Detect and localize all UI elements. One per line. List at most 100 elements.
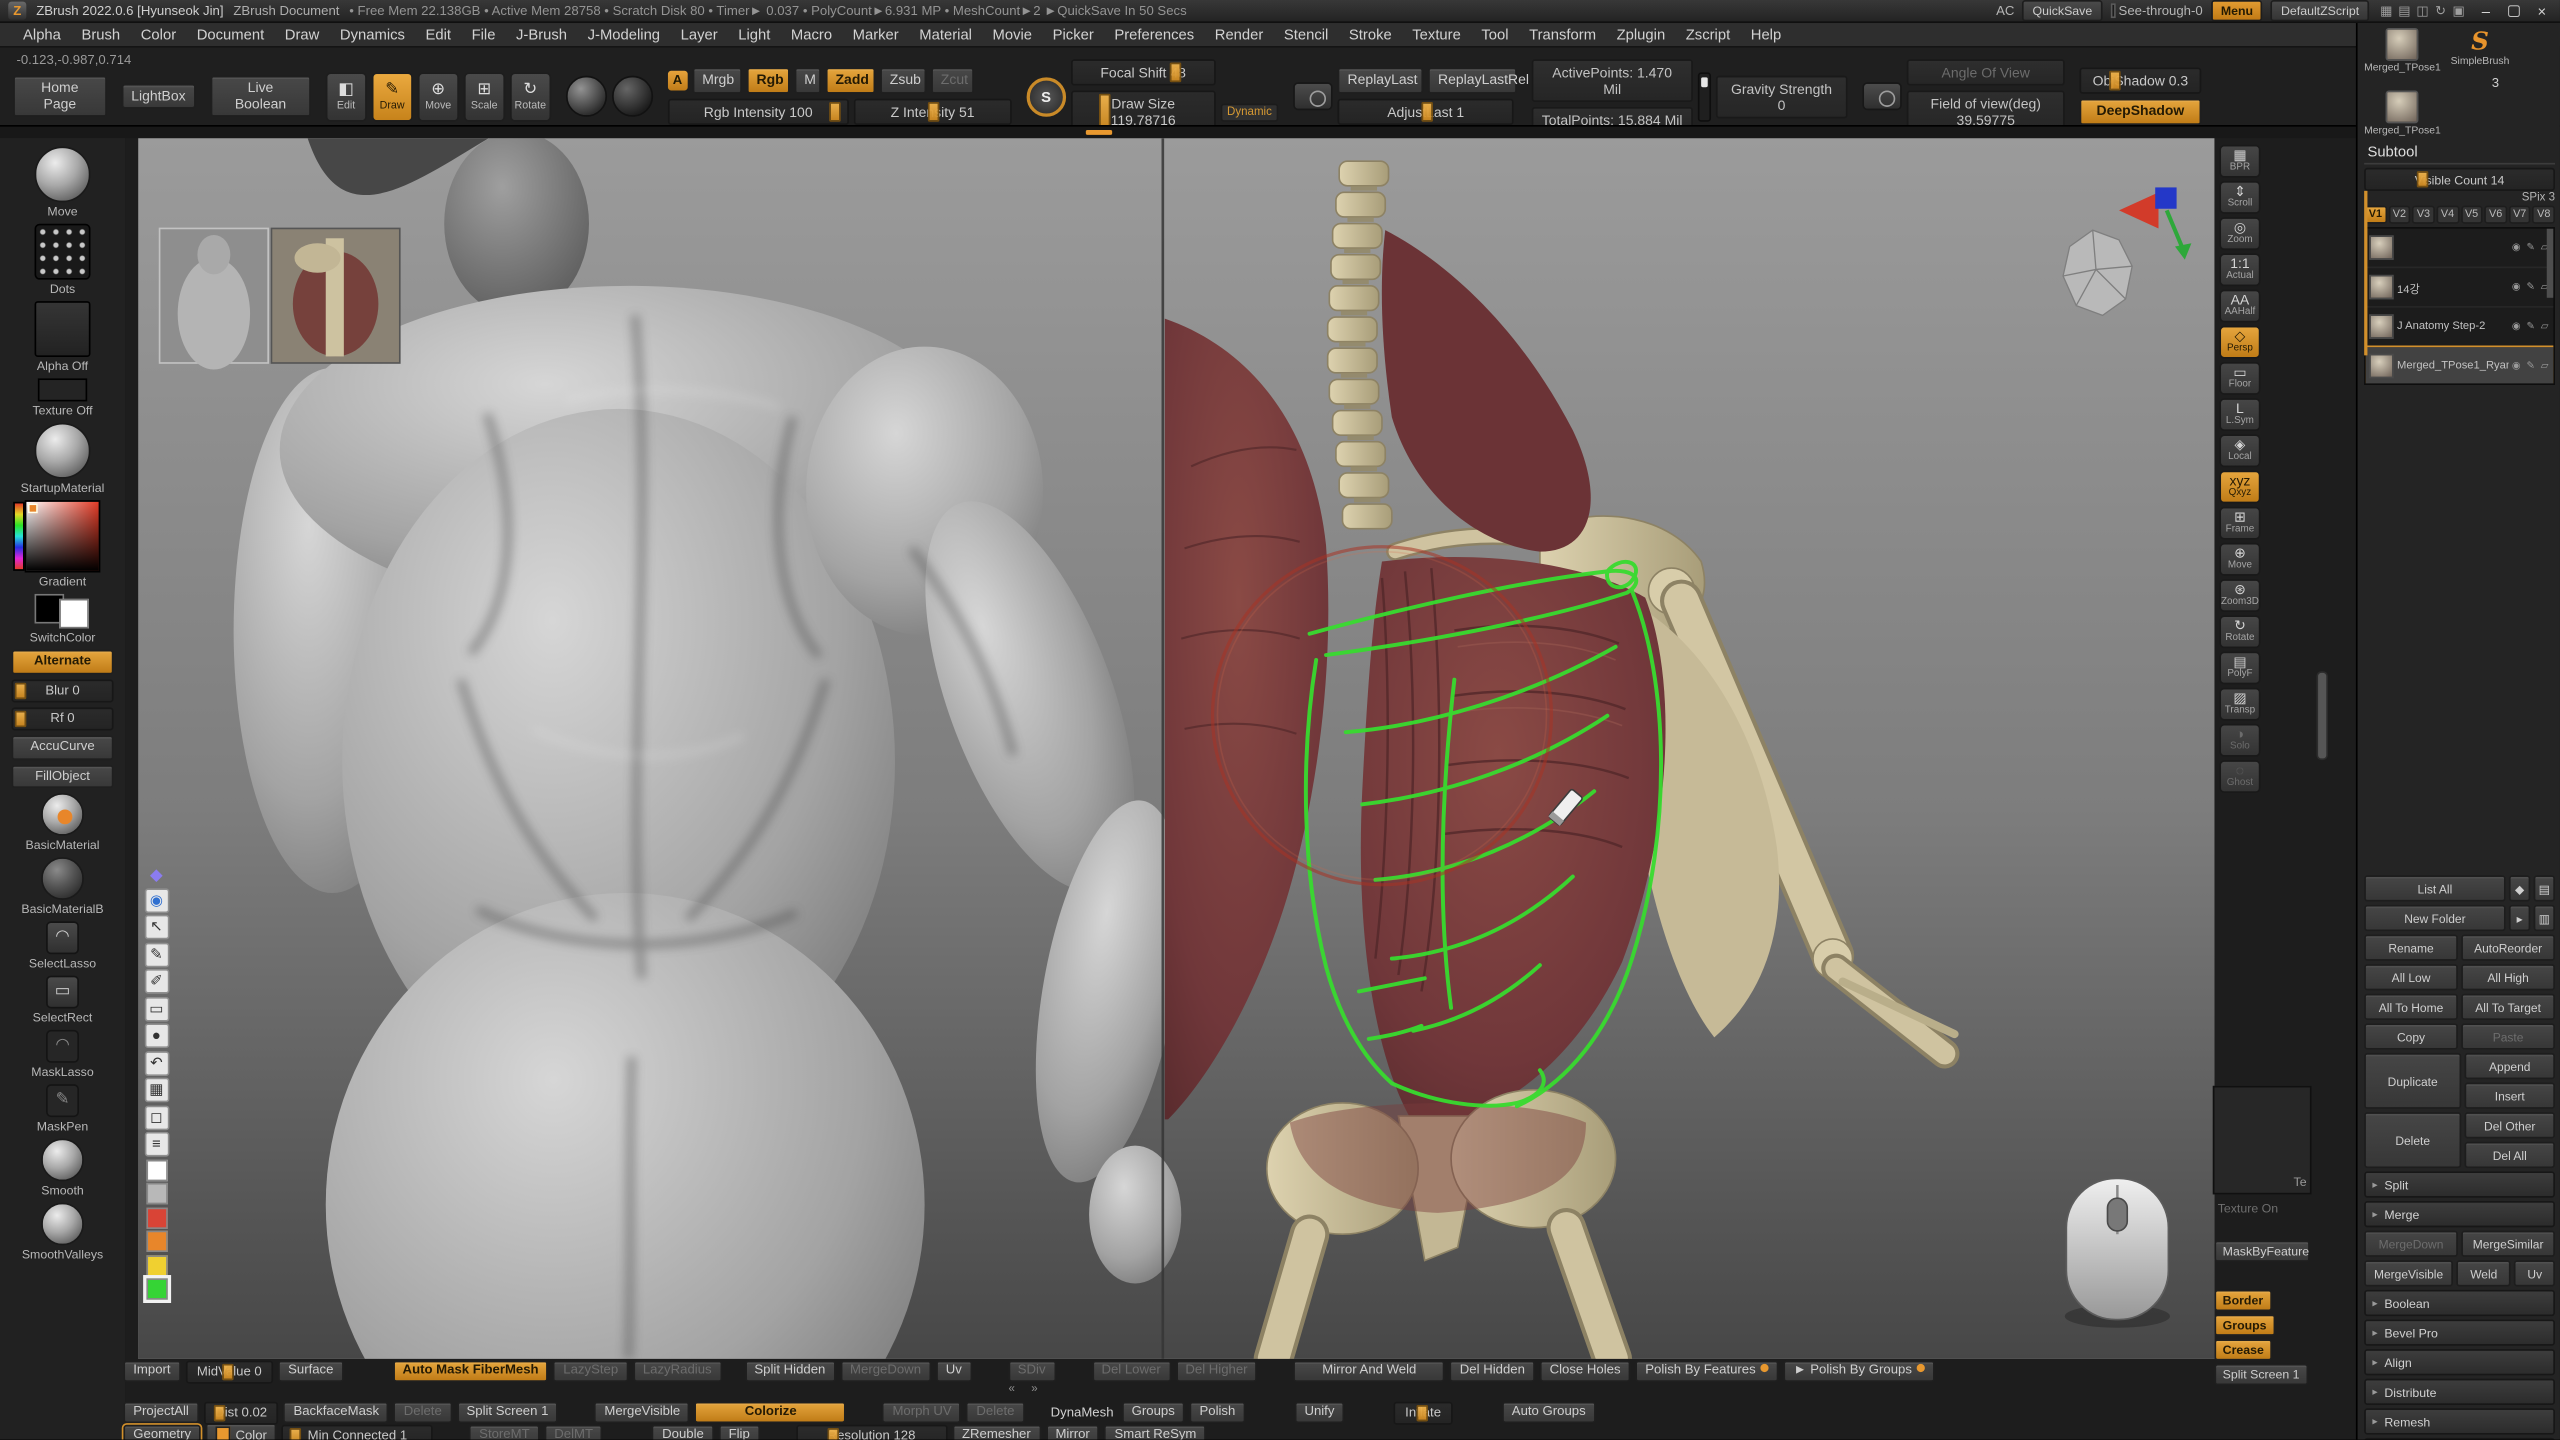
bottom-button[interactable]: Delete	[967, 1401, 1025, 1424]
insert-button[interactable]: Insert	[2465, 1083, 2555, 1109]
close-button[interactable]: ×	[2532, 2, 2552, 18]
timeline-strip[interactable]	[0, 125, 2560, 138]
bottom-button[interactable]: SDiv	[1008, 1360, 1056, 1383]
minimize-button[interactable]: –	[2476, 2, 2496, 18]
remesh-section[interactable]: ▸Remesh	[2364, 1408, 2555, 1434]
select-lasso-tool[interactable]: ◠ SelectLasso	[29, 922, 96, 971]
bottom-button[interactable]: Close Holes	[1540, 1360, 1631, 1383]
bottom-button[interactable]: Del Higher	[1176, 1360, 1258, 1383]
smooth-brush-slot[interactable]: Smooth	[41, 1139, 84, 1198]
menu-item[interactable]: Tool	[1481, 26, 1508, 42]
new-folder-button[interactable]: New Folder	[2364, 905, 2505, 931]
mrgb-button[interactable]: Mrgb	[692, 68, 741, 93]
menu-item[interactable]: Texture	[1412, 26, 1461, 42]
subtool-visibility-icons[interactable]: ◉ ✎ ▱	[2512, 360, 2550, 372]
menu-button[interactable]: Menu	[2211, 0, 2263, 21]
mergedown-button[interactable]: MergeDown	[2364, 1231, 2458, 1257]
a-badge[interactable]: A	[668, 71, 688, 91]
rail-icon-button[interactable]: ◎ Zoom	[2219, 217, 2260, 250]
groups-button[interactable]: Groups	[2214, 1315, 2274, 1337]
anno-tool-icon[interactable]: ≡	[144, 1132, 169, 1157]
bottom-button[interactable]: LazyStep	[553, 1360, 628, 1383]
anno-tool-icon[interactable]: ▦	[144, 1078, 169, 1103]
menu-item[interactable]: Picker	[1053, 26, 1094, 42]
anno-tool-icon[interactable]: ▭	[144, 996, 169, 1021]
mode-button[interactable]: ◧ Edit	[325, 72, 366, 121]
see-through-slider[interactable]	[2110, 3, 2115, 18]
current-brush-icon[interactable]	[566, 76, 607, 117]
anno-tool-icon[interactable]: ↶	[144, 1050, 169, 1075]
default-zscript-button[interactable]: DefaultZScript	[2271, 0, 2369, 21]
anno-tool-icon[interactable]: ◻	[144, 1105, 169, 1130]
titlebar-icon[interactable]: ↻	[2432, 3, 2450, 18]
menu-item[interactable]: Brush	[81, 26, 120, 42]
menu-item[interactable]: J-Modeling	[588, 26, 660, 42]
bottom-button[interactable]: ProjectAll	[123, 1401, 198, 1424]
subtool-row[interactable]: 14강 ◉ ✎ ▱	[2366, 268, 2554, 307]
uv-button[interactable]: Uv	[2515, 1260, 2555, 1286]
rail-icon-button[interactable]: ▤ PolyF	[2219, 651, 2260, 684]
gradient-square[interactable]	[25, 500, 101, 572]
switch-color[interactable]: SwitchColor	[30, 594, 96, 645]
subtool-row[interactable]: Merged_TPose1_Ryan_Kingslie ◉ ✎ ▱	[2366, 347, 2554, 385]
project-section[interactable]: ▸Project	[2364, 1438, 2555, 1440]
rail-icon-button[interactable]: ◌ Ghost	[2219, 760, 2260, 793]
bottom-button[interactable]: MergeVisible	[594, 1401, 690, 1424]
rail-icon-button[interactable]: ▨ Transp	[2219, 688, 2260, 721]
gravity-strength[interactable]: Gravity Strength 0	[1715, 75, 1847, 118]
bottom-button[interactable]: DelMT	[544, 1424, 603, 1439]
alternate-button[interactable]: Alternate	[12, 650, 114, 674]
subtool-visibility-icons[interactable]: ◉ ✎ ▱	[2512, 321, 2550, 333]
mode-button[interactable]: ↻ Rotate	[510, 72, 551, 121]
bottom-button[interactable]: Inflate	[1394, 1401, 1453, 1424]
menu-item[interactable]: Document	[197, 26, 265, 42]
see-through-control[interactable]: See-through-0	[2110, 3, 2202, 18]
rail-icon-button[interactable]: xyz Qxyz	[2219, 471, 2260, 504]
menu-item[interactable]: Alpha	[23, 26, 61, 42]
crease-button[interactable]: Crease	[2214, 1339, 2272, 1361]
mask-lasso-tool[interactable]: ◠ MaskLasso	[31, 1031, 93, 1080]
hue-strip[interactable]	[13, 502, 25, 571]
rail-icon-button[interactable]: ⊞ Frame	[2219, 507, 2260, 540]
distribute-section[interactable]: ▸Distribute	[2364, 1379, 2555, 1405]
rail-icon-button[interactable]: ◈ Local	[2219, 434, 2260, 467]
gravity-slider[interactable]	[1697, 72, 1710, 121]
rail-icon-button[interactable]: ◇ Persp	[2219, 326, 2260, 359]
alpha-picker[interactable]: Alpha Off	[35, 301, 91, 373]
current-tool[interactable]: Merged_TPose1	[2364, 28, 2441, 74]
autoreorder-button[interactable]: AutoReorder	[2461, 934, 2555, 960]
menu-item[interactable]: Zscript	[1686, 26, 1730, 42]
menu-item[interactable]: Dynamics	[340, 26, 405, 42]
deepshadow-button[interactable]: DeepShadow	[2080, 99, 2202, 124]
variant-tab[interactable]: V6	[2484, 206, 2506, 224]
replay-last-rel-button[interactable]: ReplayLastRel	[1428, 68, 1517, 93]
menu-item[interactable]: Help	[1751, 26, 1781, 42]
home-page-button[interactable]: Home Page	[13, 76, 106, 117]
menu-item[interactable]: Render	[1215, 26, 1264, 42]
basic-material-b-slot[interactable]: BasicMaterialB	[21, 858, 103, 917]
bottom-button[interactable]: Mirror And Weld	[1294, 1360, 1445, 1383]
menu-item[interactable]: Stencil	[1284, 26, 1328, 42]
rail-icon-button[interactable]: ⊕ Move	[2219, 543, 2260, 576]
titlebar-icon[interactable]: ◫	[2414, 3, 2432, 18]
titlebar-icon[interactable]: ▦	[2377, 3, 2395, 18]
bottom-button[interactable]: Unify	[1295, 1401, 1345, 1424]
del-other-button[interactable]: Del Other	[2465, 1112, 2555, 1138]
rail-icon-button[interactable]: L L.Sym	[2219, 398, 2260, 431]
bottom-button[interactable]: LazyRadius	[633, 1360, 722, 1383]
anno-tool-icon[interactable]: ↖	[144, 915, 169, 940]
bottom-button[interactable]: Del Hidden	[1450, 1360, 1535, 1383]
texture-picker[interactable]: Texture Off	[32, 378, 92, 417]
bottom-button[interactable]: Double	[652, 1424, 713, 1439]
select-rect-tool[interactable]: ▭ SelectRect	[33, 976, 93, 1025]
anno-color-swatch[interactable]	[146, 1159, 167, 1180]
paste-button[interactable]: Paste	[2461, 1023, 2555, 1049]
mask-by-feature-button[interactable]: MaskByFeature	[2214, 1240, 2309, 1262]
anno-tool-icon[interactable]: ✎	[144, 942, 169, 967]
spix-label[interactable]: SPix 3	[2522, 192, 2555, 204]
bottom-button[interactable]: Morph UV	[883, 1401, 962, 1424]
variant-tab[interactable]: V8	[2533, 206, 2555, 224]
primary-color-swatch[interactable]	[59, 599, 89, 629]
folder-icon-2[interactable]: ▥	[2534, 905, 2555, 931]
menu-item[interactable]: Light	[738, 26, 770, 42]
